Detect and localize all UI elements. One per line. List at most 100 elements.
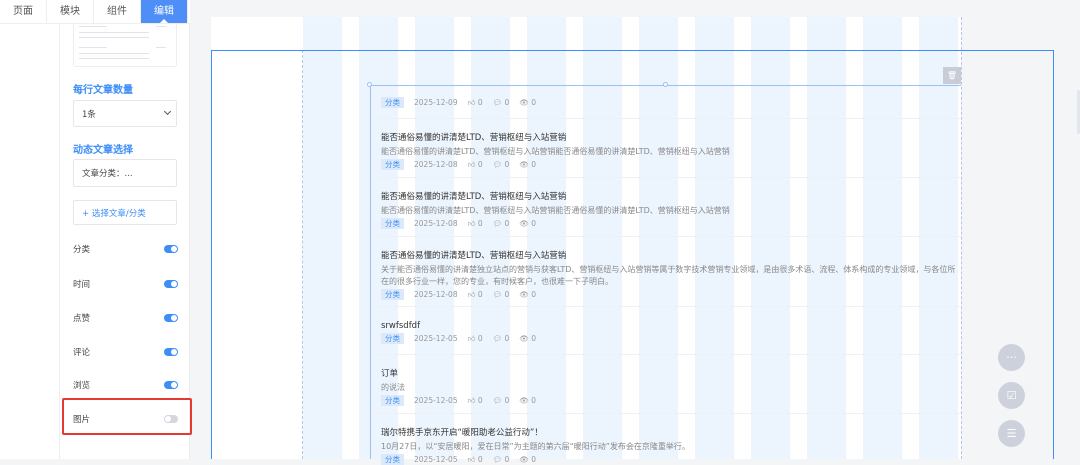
article-item[interactable]: srwfsdfdf 分类 2025-12-05 👍︎ 0 💬︎ 0 👁︎ 0 (381, 320, 956, 344)
category-toggle[interactable] (164, 245, 178, 253)
toggle-row-category: 分类 (73, 243, 178, 255)
divider (371, 306, 961, 307)
article-item[interactable]: 能否通俗易懂的讲清楚LTD、营销枢纽与入站营销 能否通俗易懂的讲清楚LTD、营销枢… (381, 132, 956, 170)
tab-module[interactable]: 模块 (47, 0, 94, 23)
article-item[interactable]: 订单 的说法 分类 2025-12-05 👍︎ 0 💬︎ 0 👁︎ 0 (381, 368, 956, 406)
article-meta: 分类 2025-12-09 👍︎ 0 💬︎ 0 👁︎ 0 (381, 97, 956, 108)
article-date: 2025-12-05 (414, 334, 458, 343)
article-date: 2025-12-08 (414, 219, 458, 228)
views: 👁︎ 0 (519, 290, 537, 299)
article-title[interactable]: 能否通俗易懂的讲清楚LTD、营销枢纽与入站营销 (381, 191, 956, 203)
divider (371, 413, 961, 414)
category-tag[interactable]: 分类 (381, 289, 404, 300)
article-meta: 分类 2025-12-05 👍︎ 0 💬︎ 0 👁︎ 0 (381, 333, 956, 344)
divider (371, 118, 961, 119)
category-field[interactable]: 文章分类：... (73, 159, 177, 187)
eye-icon: 👁︎ (519, 290, 529, 299)
views: 👁︎ 0 (519, 334, 537, 343)
article-date: 2025-12-05 (414, 396, 458, 405)
comments: 💬︎ 0 (492, 290, 510, 299)
likes: 👍︎ 0 (467, 454, 483, 464)
category-tag[interactable]: 分类 (381, 159, 404, 170)
comments: 💬︎ 0 (492, 160, 510, 169)
comments-toggle[interactable] (164, 348, 178, 356)
toggle-label: 点赞 (73, 314, 91, 324)
thumbs-up-icon: 👍︎ (467, 333, 476, 343)
article-desc: 能否通俗易懂的讲清楚LTD、营销枢纽与入站营销能否通俗易懂的讲清楚LTD、营销枢… (381, 147, 730, 156)
views-toggle[interactable] (164, 381, 178, 389)
article-date: 2025-12-09 (414, 98, 458, 107)
category-tag[interactable]: 分类 (381, 333, 404, 344)
article-meta: 分类 2025-12-08 👍︎ 0 💬︎ 0 👁︎ 0 (381, 218, 956, 229)
comments: 💬︎ 0 (492, 334, 510, 343)
list-icon[interactable]: ☰ (998, 420, 1025, 447)
chevron-down-icon (163, 107, 172, 116)
eye-icon: 👁︎ (519, 160, 529, 169)
toggle-label: 时间 (73, 280, 91, 290)
comments: 💬︎ 0 (492, 455, 510, 464)
article-item[interactable]: 能否通俗易懂的讲清楚LTD、营销枢纽与入站营销 能否通俗易懂的讲清楚LTD、营销枢… (381, 191, 956, 229)
comment-icon: 💬︎ (492, 290, 503, 299)
thumbs-up-icon: 👍︎ (467, 289, 476, 299)
category-tag[interactable]: 分类 (381, 454, 404, 465)
thumbs-up-icon: 👍︎ (467, 97, 476, 107)
article-title[interactable]: 瑞尔特携手京东开启“暖阳助老公益行动”！ (381, 427, 956, 439)
article-item[interactable]: 能否通俗易懂的讲清楚LTD、营销枢纽与入站营销 关于能否通俗易懂的讲清楚独立站点的… (381, 250, 956, 300)
likes: 👍︎ 0 (467, 395, 483, 405)
article-title[interactable]: 能否通俗易懂的讲清楚LTD、营销枢纽与入站营销 (381, 132, 956, 144)
eye-icon: 👁︎ (519, 219, 529, 228)
panel-tabs: 页面 模块 组件 编辑 (0, 0, 190, 24)
toggle-label: 分类 (73, 245, 91, 255)
toggle-row-likes: 点赞 (73, 312, 178, 324)
eye-icon: 👁︎ (519, 334, 529, 343)
article-item[interactable]: 分类 2025-12-09 👍︎ 0 💬︎ 0 👁︎ 0 (381, 96, 956, 108)
comment-icon: 💬︎ (492, 160, 503, 169)
article-date: 2025-12-08 (414, 160, 458, 169)
thumbs-up-icon: 👍︎ (467, 454, 476, 464)
category-tag[interactable]: 分类 (381, 97, 404, 108)
comments: 💬︎ 0 (492, 396, 510, 405)
likes: 👍︎ 0 (467, 159, 483, 169)
per-row-select[interactable]: 1条 (73, 100, 177, 127)
article-meta: 分类 2025-12-05 👍︎ 0 💬︎ 0 👁︎ 0 (381, 395, 956, 406)
tab-component[interactable]: 组件 (94, 0, 141, 23)
tab-edit[interactable]: 编辑 (141, 0, 188, 23)
clipboard-check-icon[interactable]: ☑ (998, 382, 1025, 409)
toggle-row-comments: 评论 (73, 346, 178, 358)
article-date: 2025-12-05 (414, 455, 458, 464)
likes: 👍︎ 0 (467, 97, 483, 107)
article-list[interactable]: 分类 2025-12-09 👍︎ 0 💬︎ 0 👁︎ 0 能否通俗易懂的讲清楚LTD、营销… (370, 85, 961, 465)
thumbs-up-icon: 👍︎ (467, 395, 476, 405)
article-title[interactable]: srwfsdfdf (381, 320, 956, 332)
article-title[interactable]: 能否通俗易懂的讲清楚LTD、营销枢纽与入站营销 (381, 250, 956, 262)
dynamic-label: 动态文章选择 (73, 145, 133, 156)
likes-toggle[interactable] (164, 314, 178, 322)
toggle-label: 浏览 (73, 381, 91, 391)
likes: 👍︎ 0 (467, 289, 483, 299)
select-article-button[interactable]: + 选择文章/分类 (73, 200, 177, 225)
comment-icon: 💬︎ (492, 219, 503, 228)
left-strip (0, 24, 60, 459)
divider (371, 354, 961, 355)
article-item[interactable]: 瑞尔特携手京东开启“暖阳助老公益行动”！ 10月27日，以“安居暖阳，爱在日常”为… (381, 427, 956, 465)
views: 👁︎ 0 (519, 160, 537, 169)
article-desc: 能否通俗易懂的讲清楚LTD、营销枢纽与入站营销能否通俗易懂的讲清楚LTD、营销枢… (381, 206, 730, 215)
time-toggle[interactable] (164, 280, 178, 288)
resize-handle[interactable] (367, 82, 372, 87)
thumbs-up-icon: 👍︎ (467, 218, 476, 228)
article-meta: 分类 2025-12-08 👍︎ 0 💬︎ 0 👁︎ 0 (381, 159, 956, 170)
eye-icon: 👁︎ (519, 396, 529, 405)
article-date: 2025-12-08 (414, 290, 458, 299)
resize-handle[interactable] (663, 82, 668, 87)
category-tag[interactable]: 分类 (381, 218, 404, 229)
article-title[interactable]: 订单 (381, 368, 956, 380)
category-tag[interactable]: 分类 (381, 395, 404, 406)
likes: 👍︎ 0 (467, 333, 483, 343)
delete-icon[interactable]: 🗑 (943, 67, 961, 84)
chat-icon[interactable]: ··· (998, 344, 1025, 371)
eye-icon: 👁︎ (519, 98, 529, 107)
highlight-box (62, 398, 192, 435)
toggle-row-time: 时间 (73, 278, 178, 290)
layout-thumbnail[interactable] (73, 24, 177, 67)
tab-page[interactable]: 页面 (0, 0, 47, 23)
